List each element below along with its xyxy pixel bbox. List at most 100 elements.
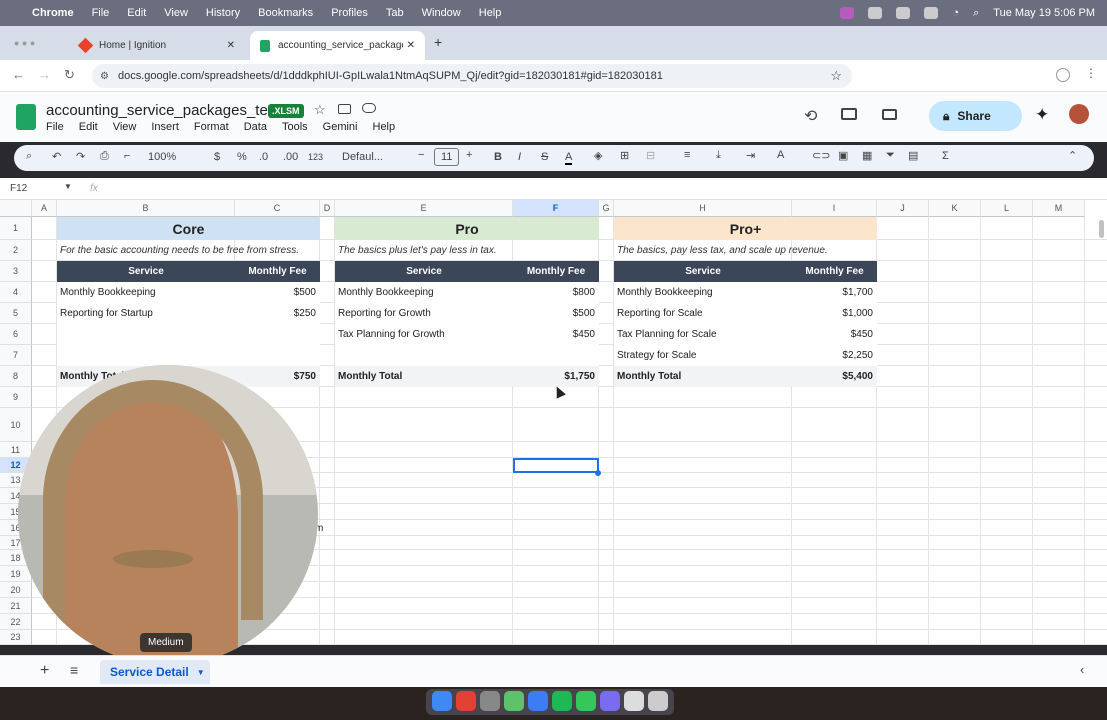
column-header[interactable]: E [335,200,513,217]
column-header[interactable]: K [929,200,981,217]
filter-icon[interactable]: ⏷ [886,149,895,162]
italic-button[interactable]: I [518,151,521,163]
close-tab-icon[interactable]: ✕ [227,40,235,51]
avatar[interactable] [1069,104,1089,124]
row-header[interactable]: 22 [0,614,32,630]
extension-icon[interactable] [868,7,883,19]
add-sheet-icon[interactable]: + [40,662,49,680]
borders-icon[interactable]: ⊞ [620,149,629,162]
collapse-toolbar-icon[interactable]: ⌃ [1068,149,1077,162]
zoom-select[interactable]: 100% [148,151,176,163]
all-sheets-icon[interactable]: ≡ [70,662,78,678]
name-box[interactable]: F12 [10,183,27,194]
explore-collapse-icon[interactable]: ‹ [1080,662,1084,677]
extension-icon[interactable] [896,7,911,19]
menu-item[interactable]: File [92,7,110,19]
column-header[interactable]: D [320,200,335,217]
doc-menu-item[interactable]: Insert [151,121,179,133]
comments-icon[interactable] [841,108,857,120]
fill-handle[interactable] [595,470,601,476]
column-header[interactable]: A [32,200,57,217]
redo-icon[interactable]: ↷ [76,150,85,163]
font-size-increase-button[interactable]: + [466,149,472,161]
currency-format-button[interactable]: $ [214,151,220,163]
version-history-icon[interactable]: ⟲ [804,106,817,126]
url-field[interactable]: ⚙ docs.google.com/spreadsheets/d/1dddkph… [92,64,852,88]
dock-app-icon[interactable] [624,691,644,711]
forward-icon[interactable]: → [38,67,51,82]
dock-app-icon[interactable] [456,691,476,711]
fill-color-icon[interactable]: ◈ [594,149,602,162]
dock-app-icon[interactable] [648,691,668,711]
filter-views-icon[interactable]: ▤ [908,149,918,162]
wrap-icon[interactable]: ⇥ [746,149,755,162]
row-header[interactable]: 3 [0,261,32,282]
row-header[interactable]: 5 [0,303,32,324]
site-info-icon[interactable]: ⚙ [100,71,109,82]
dock-app-icon[interactable] [552,691,572,711]
functions-button[interactable]: Σ [942,150,949,162]
column-header[interactable]: J [877,200,929,217]
comment-icon[interactable]: ▣ [838,149,848,162]
row-header[interactable]: 20 [0,582,32,598]
doc-menu-item[interactable]: Edit [79,121,98,133]
column-header[interactable]: C [235,200,320,217]
vertical-scrollbar[interactable] [1099,220,1104,238]
row-header[interactable]: 23 [0,630,32,645]
sheet-tab-dropdown-icon[interactable]: ▼ [197,668,205,677]
text-color-button[interactable]: A [565,151,573,165]
window-controls[interactable]: ● ● ● [14,38,35,48]
column-header[interactable]: M [1033,200,1085,217]
column-header[interactable]: I [792,200,877,217]
meet-icon[interactable] [882,109,897,120]
rotate-icon[interactable]: A [777,149,784,161]
row-header[interactable]: 6 [0,324,32,345]
selected-cell-f12[interactable] [513,458,599,473]
close-tab-icon[interactable]: ✕ [407,40,415,51]
webcam-overlay[interactable]: Medium [18,365,318,665]
bold-button[interactable]: B [494,151,502,163]
chart-icon[interactable]: ▦ [862,149,872,162]
cloud-status-icon[interactable] [362,103,376,113]
doc-menu-item[interactable]: Gemini [323,121,358,133]
link-icon[interactable]: ⊂⊃ [812,149,830,162]
row-header[interactable]: 7 [0,345,32,366]
font-size-decrease-button[interactable]: − [418,149,424,161]
dock-app-icon[interactable] [504,691,524,711]
column-header[interactable]: G [599,200,614,217]
font-size-input[interactable]: 11 [434,148,460,166]
menu-item[interactable]: Edit [127,7,146,19]
tab-ignition[interactable]: Home | Ignition ✕ [70,31,245,60]
doc-menu-item[interactable]: Format [194,121,229,133]
app-name[interactable]: Chrome [32,7,74,19]
column-header[interactable]: F [513,200,599,217]
search-icon[interactable]: ⌕ [973,7,979,20]
align-icon[interactable]: ≡ [684,149,690,161]
menu-item[interactable]: View [164,7,188,19]
chrome-menu-icon[interactable]: ⋮ [1085,66,1097,80]
strikethrough-button[interactable]: S [541,151,548,163]
merge-cells-icon[interactable]: ⊟ [646,149,655,162]
paint-format-icon[interactable]: ⌐ [124,150,130,162]
valign-icon[interactable]: ⤓ [716,149,721,162]
column-header[interactable]: L [981,200,1033,217]
formula-input[interactable] [110,183,1090,195]
doc-menu-item[interactable]: Help [373,121,396,133]
row-header[interactable]: 1 [0,217,32,240]
increase-decimal-button[interactable]: .00 [283,151,298,163]
webcam-size-label[interactable]: Medium [140,633,192,652]
menu-item[interactable]: Window [422,7,461,19]
column-header[interactable]: H [614,200,792,217]
menubar-clock[interactable]: Tue May 19 5:06 PM [993,7,1095,19]
column-header[interactable]: B [57,200,235,217]
percent-format-button[interactable]: % [237,151,247,163]
dock-app-icon[interactable] [528,691,548,711]
dock-app-icon[interactable] [432,691,452,711]
share-button[interactable]: 🔒︎ Share [929,101,1022,131]
font-select[interactable]: Defaul... [342,151,383,163]
menu-item[interactable]: Tab [386,7,404,19]
search-menus-icon[interactable]: ⌕ [26,150,32,163]
print-icon[interactable]: ⎙ [100,150,109,163]
profile-icon[interactable] [1056,68,1070,82]
dock-app-icon[interactable] [480,691,500,711]
